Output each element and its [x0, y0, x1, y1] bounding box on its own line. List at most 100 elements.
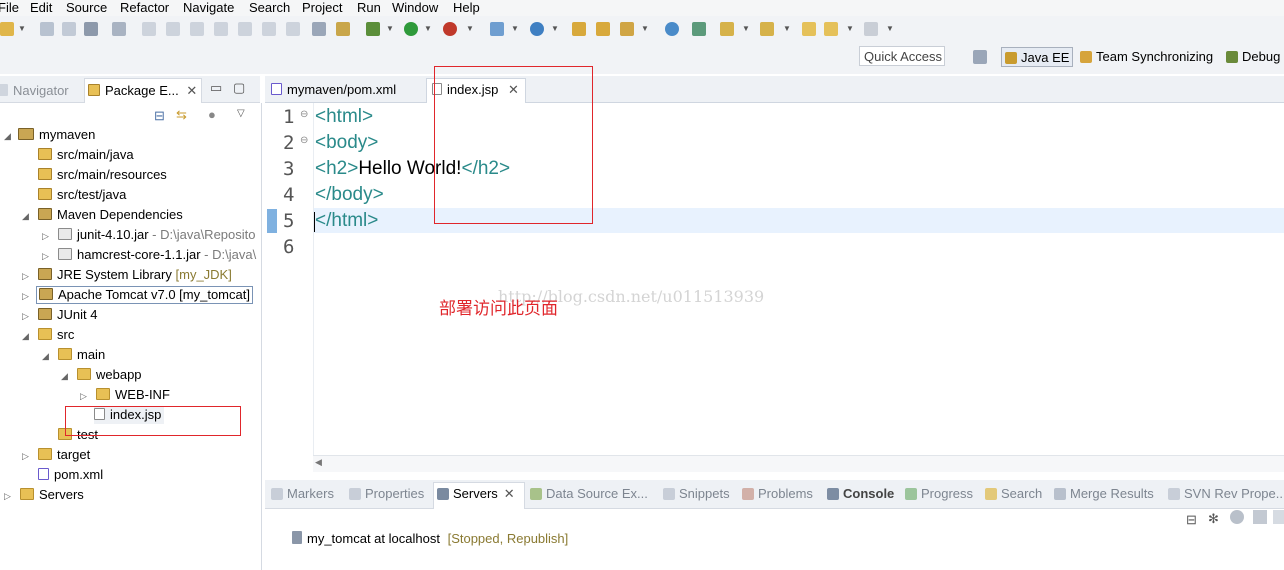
external-dropdown-icon[interactable]: ▼: [466, 24, 474, 33]
tab-svn-rev-properties[interactable]: SVN Rev Prope...: [1168, 486, 1284, 501]
expand-arrow-icon[interactable]: ◢: [22, 207, 29, 225]
last-edit-icon[interactable]: [802, 22, 816, 36]
stop-server-icon[interactable]: [1273, 510, 1284, 524]
view-menu-dropdown-icon[interactable]: ▽: [237, 108, 245, 119]
annotation-nav-icon[interactable]: [692, 22, 706, 36]
tab-navigator[interactable]: Navigator: [0, 83, 69, 98]
collapsed-arrow-icon[interactable]: ▷: [80, 387, 87, 405]
tree-src-main-resources[interactable]: src/main/resources: [38, 166, 167, 184]
drop-frame-icon[interactable]: [312, 22, 326, 36]
run-icon[interactable]: [404, 22, 418, 36]
fold-icon[interactable]: ⊖: [300, 135, 308, 146]
step-into-icon[interactable]: [238, 22, 252, 36]
new-icon[interactable]: [0, 22, 14, 36]
globe-icon[interactable]: [665, 22, 679, 36]
perspective-debug[interactable]: Debug: [1226, 47, 1280, 67]
menu-window[interactable]: Window: [392, 0, 438, 16]
collapsed-arrow-icon[interactable]: ▷: [22, 287, 29, 305]
collapsed-arrow-icon[interactable]: ▷: [22, 447, 29, 465]
menu-run[interactable]: Run: [357, 0, 381, 16]
open-task-icon[interactable]: [596, 22, 610, 36]
tree-pom-xml[interactable]: pom.xml: [38, 466, 103, 484]
resume-icon[interactable]: [142, 22, 156, 36]
tab-problems[interactable]: Problems: [742, 486, 813, 501]
prev-annotation-dropdown-icon[interactable]: ▼: [783, 24, 791, 33]
scroll-left-icon[interactable]: ◀: [315, 457, 322, 468]
close-icon[interactable]: ✕: [504, 486, 515, 501]
step-over-icon[interactable]: [262, 22, 276, 36]
collapsed-arrow-icon[interactable]: ▷: [42, 227, 49, 245]
open-type-icon[interactable]: [572, 22, 586, 36]
prev-annotation-icon[interactable]: [760, 22, 774, 36]
perspective-team-sync[interactable]: Team Synchronizing: [1080, 47, 1213, 67]
collapsed-arrow-icon[interactable]: ▷: [4, 487, 11, 505]
tree-src-main-java[interactable]: src/main/java: [38, 146, 134, 164]
expand-arrow-icon[interactable]: ◢: [22, 327, 29, 345]
tab-package-explorer[interactable]: Package E... ✕: [88, 83, 197, 99]
save-icon[interactable]: [40, 22, 54, 36]
start-server-icon[interactable]: [1230, 510, 1244, 524]
perspective-java-ee[interactable]: Java EE: [1001, 47, 1073, 67]
tab-progress[interactable]: Progress: [905, 486, 973, 501]
disconnect-icon[interactable]: [214, 22, 228, 36]
search-tool-icon[interactable]: [620, 22, 634, 36]
save-all-icon[interactable]: [62, 22, 76, 36]
code-editor[interactable]: [265, 103, 1284, 455]
terminate-icon[interactable]: [190, 22, 204, 36]
run-external-icon[interactable]: [443, 22, 457, 36]
collapsed-arrow-icon[interactable]: ▷: [22, 307, 29, 325]
run-dropdown-icon[interactable]: ▼: [424, 24, 432, 33]
new-dropdown-icon[interactable]: ▼: [18, 24, 26, 33]
menu-edit[interactable]: Edit: [30, 0, 52, 16]
back-icon[interactable]: [824, 22, 838, 36]
menu-source[interactable]: Source: [66, 0, 107, 16]
step-return-icon[interactable]: [286, 22, 300, 36]
menu-help[interactable]: Help: [453, 0, 480, 16]
menu-file[interactable]: File: [0, 0, 19, 16]
debug-icon[interactable]: [366, 22, 380, 36]
view-menu-icon[interactable]: ●: [208, 107, 216, 122]
tab-pom-xml[interactable]: mymaven/pom.xml: [271, 82, 396, 97]
next-annotation-dropdown-icon[interactable]: ▼: [742, 24, 750, 33]
forward-dropdown-icon[interactable]: ▼: [886, 24, 894, 33]
menu-project[interactable]: Project: [302, 0, 342, 16]
horizontal-scrollbar[interactable]: ◀: [313, 455, 1284, 472]
server-entry[interactable]: my_tomcat at localhost [Stopped, Republi…: [292, 530, 568, 548]
minimize-icon[interactable]: ▭: [210, 80, 222, 96]
menu-refactor[interactable]: Refactor: [120, 0, 169, 16]
tree-src-test-java[interactable]: src/test/java: [38, 186, 126, 204]
next-annotation-icon[interactable]: [720, 22, 734, 36]
link-editor-icon[interactable]: ⇆: [176, 107, 187, 123]
expand-arrow-icon[interactable]: ◢: [4, 127, 11, 145]
use-step-filters-icon[interactable]: [336, 22, 350, 36]
collapse-all-icon[interactable]: ⊟: [154, 108, 165, 124]
tab-snippets[interactable]: Snippets: [663, 486, 730, 501]
debug-dropdown-icon[interactable]: ▼: [386, 24, 394, 33]
fold-icon[interactable]: ⊖: [300, 109, 308, 120]
forward-icon[interactable]: [864, 22, 878, 36]
maximize-icon[interactable]: ▢: [233, 80, 245, 96]
quick-access-input[interactable]: Quick Access: [859, 46, 945, 66]
profile-server-icon[interactable]: [1253, 510, 1267, 524]
menu-search[interactable]: Search: [249, 0, 290, 16]
collapsed-arrow-icon[interactable]: ▷: [22, 267, 29, 285]
collapse-all-icon[interactable]: ⊟: [1186, 512, 1197, 528]
tab-properties[interactable]: Properties: [349, 486, 424, 501]
debug-server-icon[interactable]: ✻: [1208, 511, 1219, 527]
new-server-icon[interactable]: [490, 22, 504, 36]
class-dropdown-icon[interactable]: ▼: [551, 24, 559, 33]
print-icon[interactable]: [84, 22, 98, 36]
open-perspective-icon[interactable]: [973, 50, 987, 64]
new-class-icon[interactable]: [530, 22, 544, 36]
tab-search[interactable]: Search: [985, 486, 1042, 501]
search-dropdown-icon[interactable]: ▼: [641, 24, 649, 33]
tab-console[interactable]: Console: [827, 486, 894, 501]
menu-navigate[interactable]: Navigate: [183, 0, 234, 16]
tab-markers[interactable]: Markers: [271, 486, 334, 501]
tab-merge-results[interactable]: Merge Results: [1054, 486, 1154, 501]
tab-servers[interactable]: Servers ✕: [437, 486, 515, 502]
skip-breakpoints-icon[interactable]: [112, 22, 126, 36]
tab-data-source-explorer[interactable]: Data Source Ex...: [530, 486, 648, 501]
expand-arrow-icon[interactable]: ◢: [42, 347, 49, 365]
expand-arrow-icon[interactable]: ◢: [61, 367, 68, 385]
